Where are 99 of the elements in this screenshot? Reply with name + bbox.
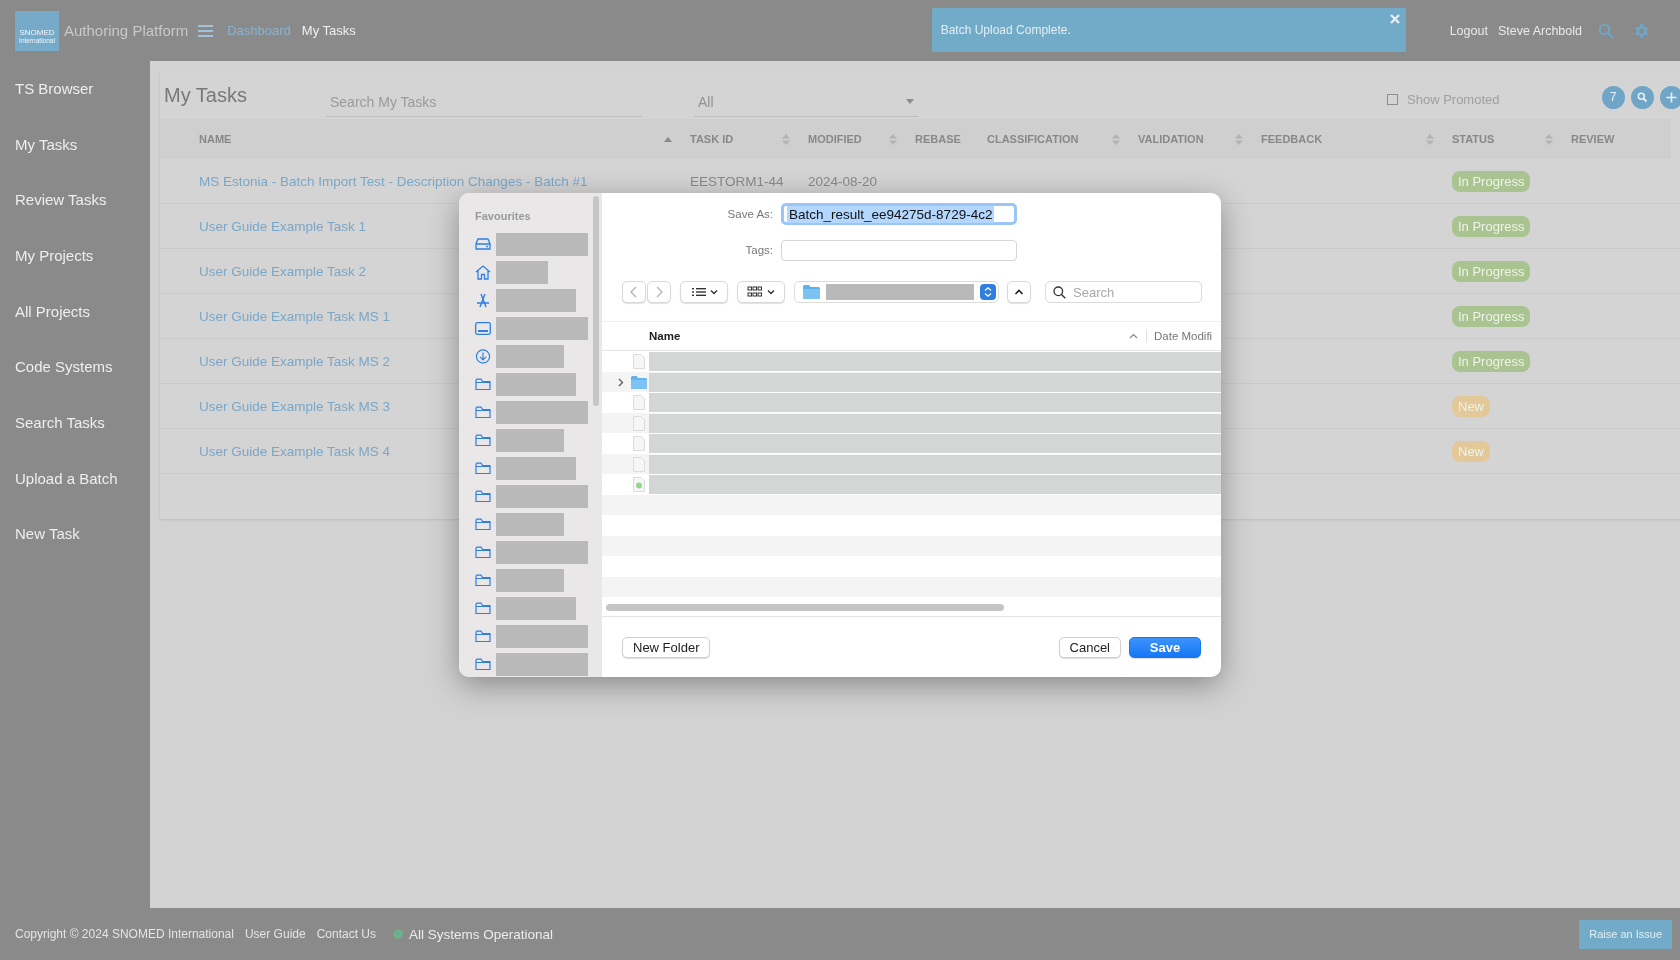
section-heading: Favourites bbox=[475, 210, 532, 224]
folder-icon[interactable] bbox=[475, 377, 491, 391]
column-header[interactable]: Name bbox=[649, 330, 1129, 342]
status-badge: In Progress bbox=[1452, 350, 1531, 372]
sidebar-item[interactable]: New Task bbox=[0, 525, 150, 582]
filename-field[interactable]: Batch_result_ee94275d-8729-4c2 bbox=[781, 203, 1017, 225]
folder-icon bbox=[631, 375, 647, 389]
column-header[interactable]: NAME bbox=[199, 133, 232, 145]
breadcrumb-link[interactable]: Dashboard bbox=[227, 23, 291, 38]
field-label: Tags: bbox=[744, 244, 774, 256]
caret-icon bbox=[906, 99, 914, 104]
filter-dropdown[interactable]: All bbox=[694, 87, 918, 117]
sidebar-item[interactable]: TS Browser bbox=[0, 80, 150, 136]
footer-link[interactable]: User Guide bbox=[244, 927, 306, 941]
sidebar-item[interactable]: Code Systems bbox=[0, 358, 150, 415]
scrollbar[interactable] bbox=[606, 604, 1004, 611]
list-view-icon[interactable] bbox=[680, 281, 728, 303]
document-icon bbox=[631, 354, 647, 369]
folder-icon[interactable] bbox=[475, 405, 491, 419]
menu-icon[interactable] bbox=[198, 24, 214, 37]
drive-icon[interactable] bbox=[475, 238, 491, 250]
add-icon[interactable] bbox=[1659, 85, 1680, 109]
folder-icon[interactable] bbox=[475, 601, 491, 615]
sidebar-item[interactable]: Review Tasks bbox=[0, 191, 150, 247]
task-link[interactable]: MS Estonia - Batch Import Test - Description Changes - Batch #1 bbox=[199, 173, 690, 189]
column-header[interactable]: TASK ID bbox=[690, 133, 734, 145]
home-icon[interactable] bbox=[475, 264, 491, 280]
status-text: All Systems Operational bbox=[409, 926, 554, 942]
folder-icon[interactable] bbox=[475, 657, 491, 671]
folder-icon bbox=[803, 285, 820, 299]
search-icon bbox=[1053, 286, 1066, 299]
grid-view-icon[interactable] bbox=[737, 281, 785, 303]
raise-issue-button[interactable]: Raise an Issue bbox=[1579, 919, 1672, 949]
redacted-label bbox=[496, 344, 564, 368]
search-icon[interactable] bbox=[1630, 85, 1654, 109]
status-badge: In Progress bbox=[1452, 215, 1531, 237]
cancel-button[interactable]: Cancel bbox=[1058, 636, 1121, 658]
sort-ascending-icon[interactable] bbox=[1129, 333, 1138, 339]
new-folder-button[interactable]: New Folder bbox=[622, 636, 711, 658]
apps-icon[interactable] bbox=[475, 292, 491, 308]
footer-link[interactable]: Contact Us bbox=[316, 927, 376, 941]
tags-field[interactable] bbox=[781, 239, 1017, 261]
breadcrumb-current: My Tasks bbox=[301, 23, 356, 38]
count-badge: 7 bbox=[1601, 85, 1625, 109]
redacted-label bbox=[496, 428, 564, 452]
app-title: Authoring Platform bbox=[64, 22, 189, 39]
chevron-right-icon[interactable] bbox=[618, 377, 624, 387]
redacted-label bbox=[496, 260, 548, 284]
image-file-icon bbox=[631, 477, 647, 492]
folder-icon[interactable] bbox=[475, 629, 491, 643]
column-header[interactable]: REBASE bbox=[915, 133, 961, 145]
folder-icon[interactable] bbox=[475, 545, 491, 559]
redacted-label bbox=[496, 568, 564, 592]
download-icon[interactable] bbox=[475, 348, 491, 364]
sidebar-item[interactable]: Search Tasks bbox=[0, 414, 150, 470]
stepper-icon bbox=[980, 284, 996, 300]
column-header[interactable]: STATUS bbox=[1452, 133, 1495, 145]
logo-text: SNOMED bbox=[19, 27, 55, 37]
sidebar-item[interactable]: All Projects bbox=[0, 302, 150, 359]
table-cell: 2024-08-20 bbox=[808, 173, 878, 189]
column-header[interactable]: CLASSIFICATION bbox=[987, 133, 1079, 145]
sidebar-item[interactable]: My Projects bbox=[0, 247, 150, 303]
column-header[interactable]: MODIFIED bbox=[808, 133, 862, 145]
sidebar-item[interactable]: Upload a Batch bbox=[0, 469, 150, 526]
redacted-label bbox=[496, 512, 564, 536]
column-header[interactable]: REVIEW bbox=[1571, 133, 1615, 145]
save-button[interactable]: Save bbox=[1129, 636, 1201, 658]
logout-link[interactable]: Logout bbox=[1449, 23, 1488, 38]
checkbox[interactable] bbox=[1387, 93, 1398, 105]
search-field[interactable]: Search bbox=[1045, 281, 1202, 303]
status-badge: In Progress bbox=[1452, 305, 1531, 327]
document-icon bbox=[631, 395, 647, 410]
location-popup[interactable] bbox=[794, 281, 999, 303]
copyright-text: Copyright © 2024 SNOMED International bbox=[15, 927, 234, 941]
status-badge: New bbox=[1452, 395, 1490, 417]
notification-text: Batch Upload Complete. bbox=[940, 22, 1071, 37]
search-field[interactable]: Search My Tasks bbox=[326, 87, 642, 117]
user-name: Steve Archbold bbox=[1497, 23, 1582, 38]
field-label: Save As: bbox=[726, 208, 774, 220]
folder-icon[interactable] bbox=[475, 433, 491, 447]
folder-icon[interactable] bbox=[475, 517, 491, 531]
folder-icon[interactable] bbox=[475, 461, 491, 475]
scrollbar[interactable] bbox=[593, 196, 599, 406]
page-title: My Tasks bbox=[164, 83, 248, 107]
column-header[interactable]: FEEDBACK bbox=[1261, 133, 1323, 145]
status-badge: In Progress bbox=[1452, 170, 1531, 192]
sort-ascending-icon[interactable] bbox=[664, 136, 672, 142]
status-badge: New bbox=[1452, 440, 1490, 462]
table-cell: EESTORM1-44 bbox=[690, 173, 784, 189]
sidebar-item[interactable]: My Tasks bbox=[0, 135, 150, 192]
chevron-up-icon[interactable] bbox=[1007, 281, 1031, 303]
column-header[interactable]: Date Modifi bbox=[1146, 330, 1213, 342]
display-icon[interactable] bbox=[475, 321, 491, 335]
folder-icon[interactable] bbox=[475, 573, 491, 587]
close-icon[interactable] bbox=[1389, 13, 1400, 24]
column-header[interactable]: VALIDATION bbox=[1138, 133, 1204, 145]
status-badge: In Progress bbox=[1452, 260, 1531, 282]
document-icon bbox=[631, 436, 647, 451]
folder-icon[interactable] bbox=[475, 489, 491, 503]
